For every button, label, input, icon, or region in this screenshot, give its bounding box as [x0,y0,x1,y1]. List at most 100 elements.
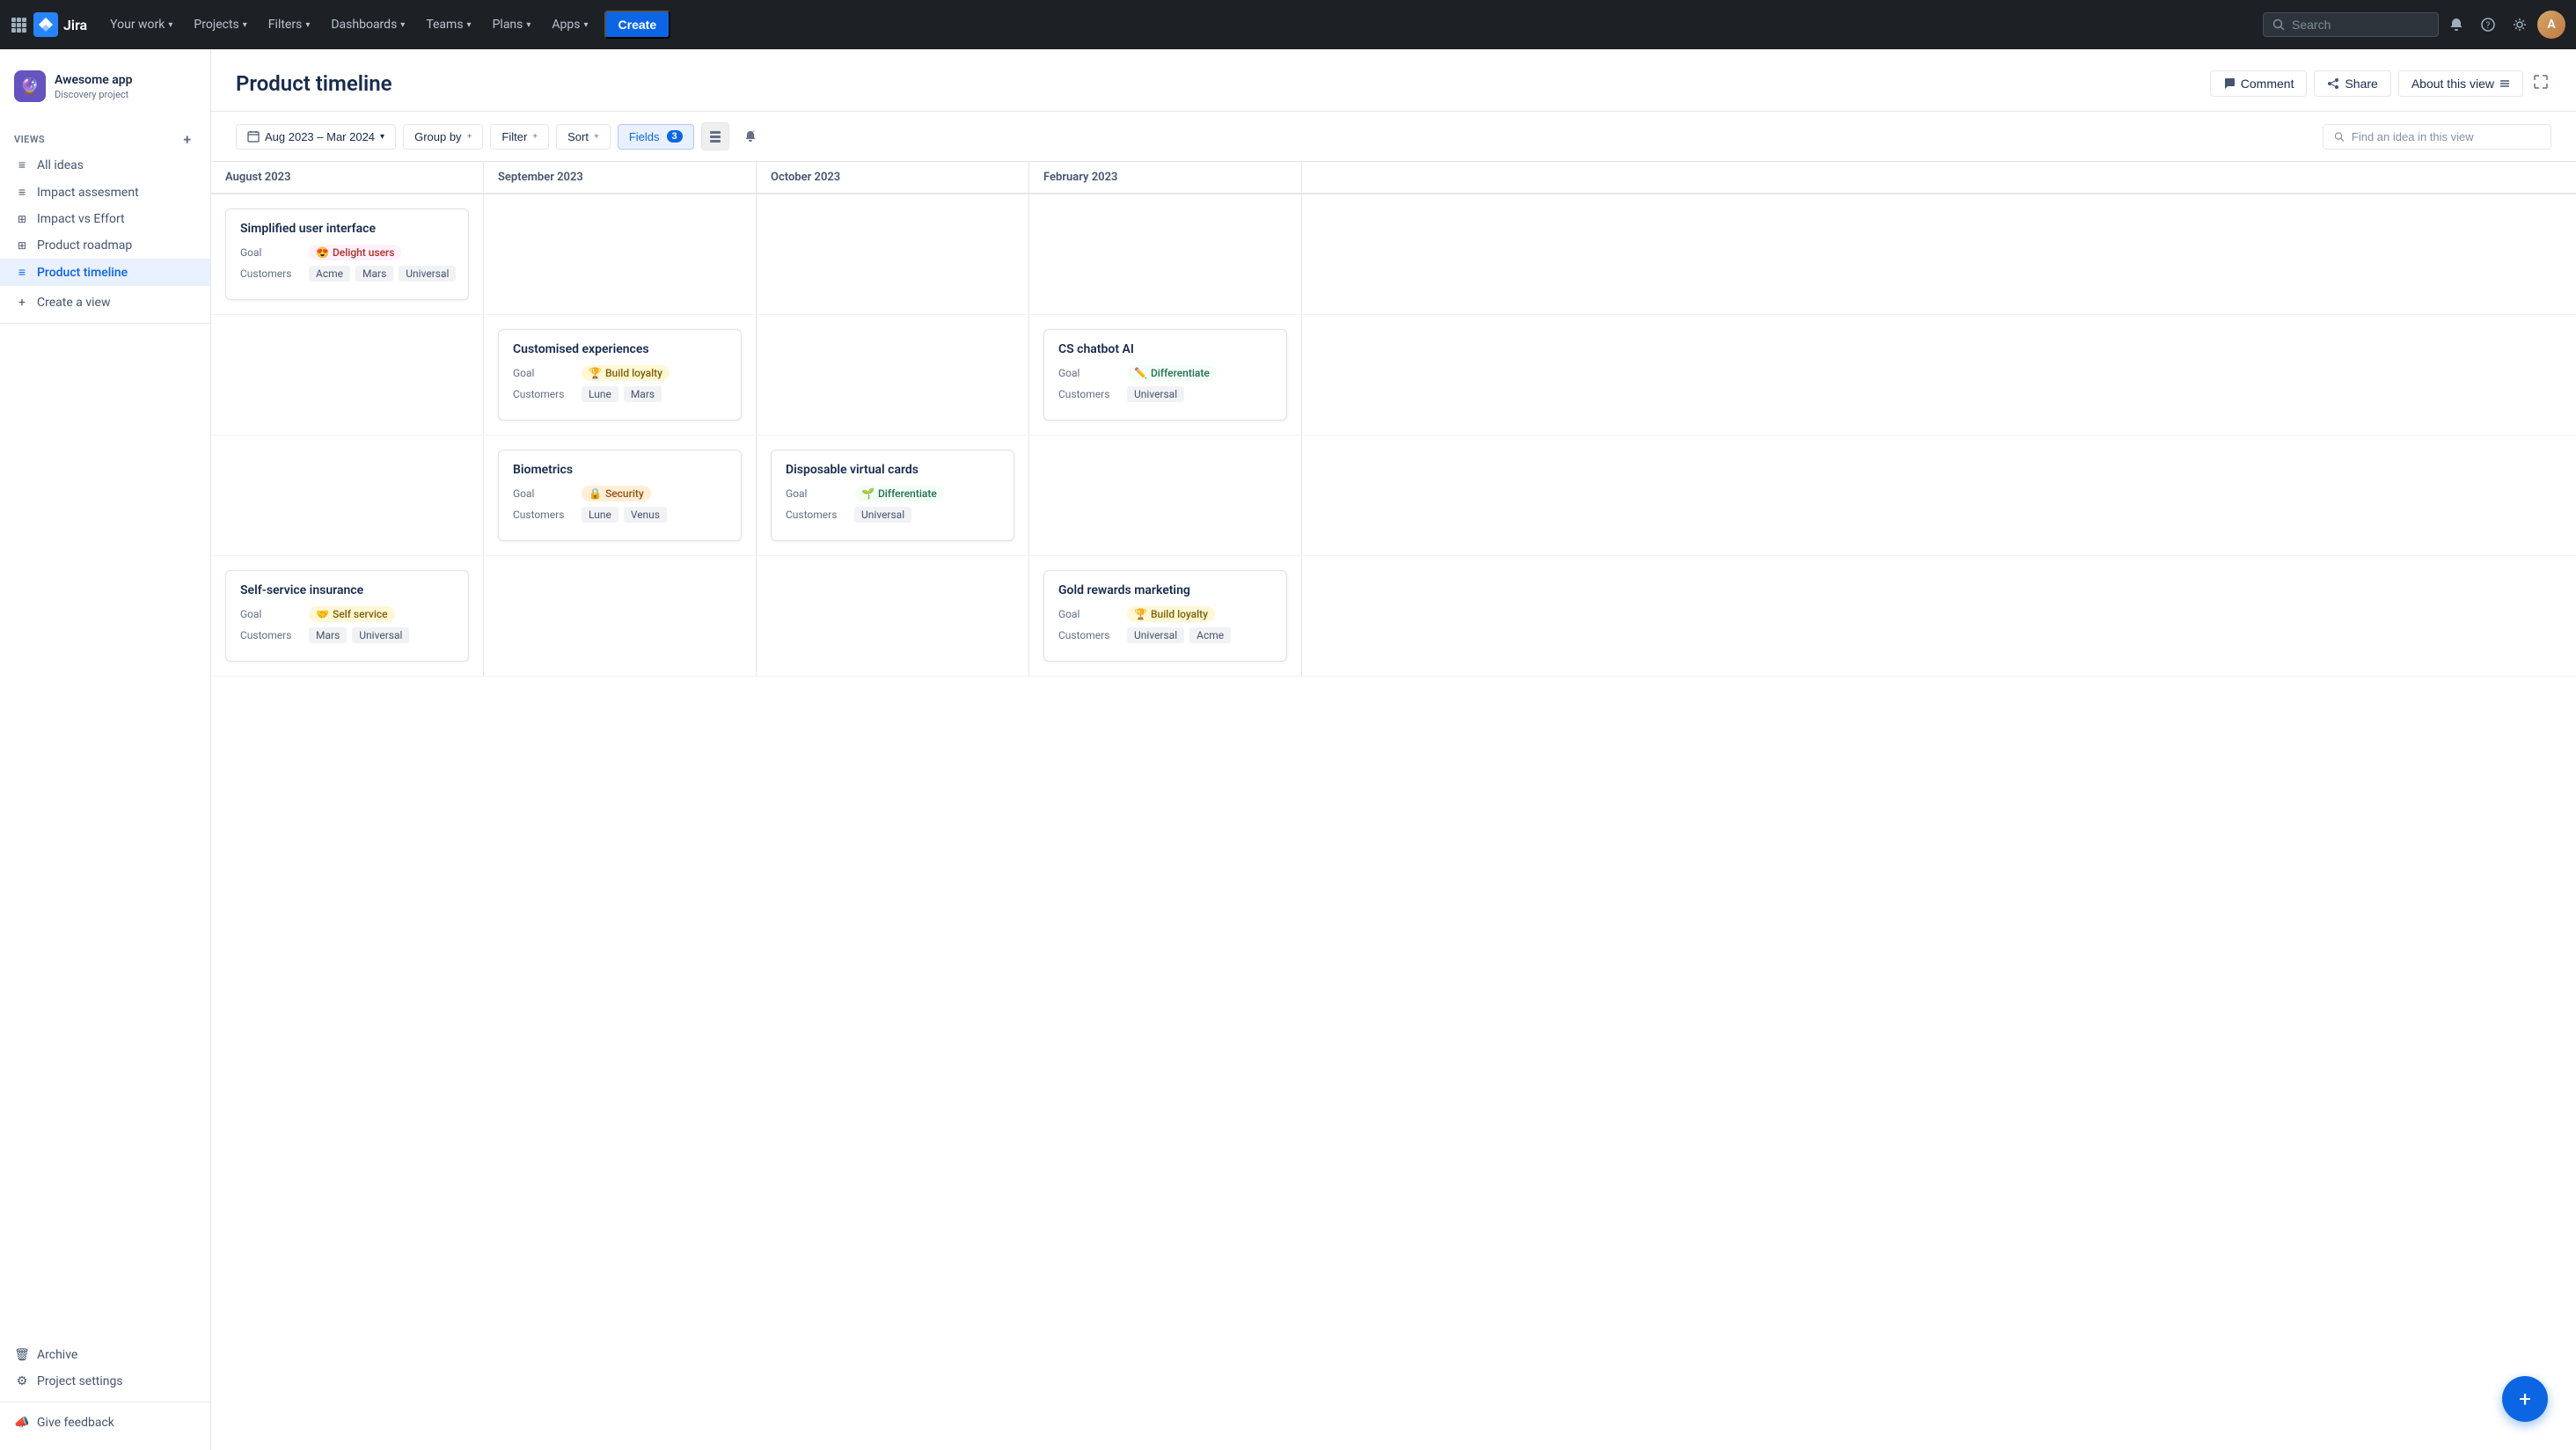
nav-projects[interactable]: Projects ▾ [185,12,255,37]
nav-plans[interactable]: Plans ▾ [484,12,540,37]
goal-badge-loyalty: 🏆 Build loyalty [582,365,670,381]
nav-dashboards[interactable]: Dashboards ▾ [322,12,413,37]
card-title: Simplified user interface [240,222,454,236]
grid-icon: ⊞ [14,213,30,225]
sidebar: 🔮 Awesome app Discovery project VIEWS + … [0,49,211,1450]
row3-feb-col [1029,436,1302,555]
bell-icon [743,129,757,143]
create-button[interactable]: Create [604,11,671,39]
idea-search[interactable] [2323,124,2551,150]
view-options-icon[interactable] [701,122,729,150]
nav-teams[interactable]: Teams ▾ [417,12,479,37]
rows-icon [709,130,721,143]
about-view-button[interactable]: About this view [2398,70,2523,97]
row4-feb-col: Gold rewards marketing Goal 🏆 Build loya… [1029,556,1302,676]
grid-icon-2: ⊞ [14,239,30,252]
expand-button[interactable] [2530,71,2551,97]
sidebar-item-product-timeline[interactable]: ≡ Product timeline [0,259,210,286]
row2-aug-col [211,315,484,435]
page-title: Product timeline [236,71,2210,96]
row2-oct-col [757,315,1029,435]
card-self-service[interactable]: Self-service insurance Goal 🤝 Self servi… [225,570,469,662]
date-range-button[interactable]: Aug 2023 – Mar 2024 ▾ [236,124,396,150]
comment-button[interactable]: Comment [2210,70,2308,97]
customer-mars-3: Mars [309,627,347,643]
share-button[interactable]: Share [2314,70,2390,97]
sidebar-archive[interactable]: 🗑 Archive [0,1342,210,1368]
card-title-disp: Disposable virtual cards [786,463,999,477]
help-icon[interactable]: ? [2474,11,2502,39]
card-biometrics[interactable]: Biometrics Goal 🔒 Security Customers Lu [498,450,742,541]
row2-sep-col: Customised experiences Goal 🏆 Build loya… [484,315,757,435]
sidebar-item-impact-effort[interactable]: ⊞ Impact vs Effort [0,206,210,232]
card-title-chatbot: CS chatbot AI [1058,342,1272,356]
nav-your-work[interactable]: Your work ▾ [101,12,181,37]
sidebar-settings[interactable]: ⚙ Project settings [0,1368,210,1395]
card-title-gold: Gold rewards marketing [1058,583,1272,597]
expand-icon [2534,75,2548,89]
toolbar: Aug 2023 – Mar 2024 ▾ Group by + Filter … [211,112,2576,162]
row3-aug-col [211,436,484,555]
add-view-icon[interactable]: + [179,130,196,148]
sort-button[interactable]: Sort + [556,124,611,150]
customer-universal-3: Universal [854,507,911,523]
filter-button[interactable]: Filter + [490,124,549,150]
fields-button[interactable]: Fields 3 [618,124,694,150]
list-icon-2: ≡ [14,185,30,200]
comment-icon [2223,77,2236,90]
sidebar-create-view[interactable]: + Create a view [0,289,210,316]
sidebar-item-all-ideas[interactable]: ≡ All ideas [0,151,210,179]
page-header: Product timeline Comment Share About thi… [211,49,2576,112]
card-title-2: Customised experiences [513,342,727,356]
idea-search-input[interactable] [2352,130,2540,143]
month-header-aug: August 2023 [211,162,484,193]
group-by-button[interactable]: Group by + [403,124,483,150]
add-idea-fab[interactable]: + [2502,1376,2548,1422]
timeline-row-1: Simplified user interface Goal 😍 Delight… [211,194,2576,315]
row1-sep-col [484,194,757,314]
row4-aug-col: Self-service insurance Goal 🤝 Self servi… [211,556,484,676]
project-type: Discovery project [55,89,133,100]
gear-icon: ⚙ [14,1374,30,1388]
card-simplified-ui[interactable]: Simplified user interface Goal 😍 Delight… [225,209,469,300]
notifications-settings-icon[interactable] [736,122,765,150]
timeline-icon: ≡ [14,265,30,280]
card-disposable-cards[interactable]: Disposable virtual cards Goal 🌱 Differen… [771,450,1014,541]
project-icon: 🔮 [14,70,46,102]
views-section-label: VIEWS + [0,123,210,151]
sidebar-item-impact-assessment[interactable]: ≡ Impact assesment [0,179,210,206]
apps-grid-icon[interactable] [11,17,26,33]
card-gold-rewards[interactable]: Gold rewards marketing Goal 🏆 Build loya… [1043,570,1287,662]
global-search[interactable] [2263,12,2439,37]
jira-logo[interactable]: Jira [33,12,87,37]
user-avatar[interactable]: A [2537,11,2565,39]
project-name: Awesome app [55,72,133,88]
customer-universal-5: Universal [1127,627,1184,643]
goal-badge: 😍 Delight users [309,245,401,260]
card-title-bio: Biometrics [513,463,727,477]
customer-mars: Mars [355,266,393,282]
nav-apps[interactable]: Apps ▾ [543,12,596,37]
sidebar-feedback[interactable]: 📣 Give feedback [0,1410,210,1436]
row4-sep-col [484,556,757,676]
search-input[interactable] [2292,18,2415,32]
project-header[interactable]: 🔮 Awesome app Discovery project [0,63,210,109]
customer-lune-2: Lune [582,507,618,523]
settings-icon[interactable] [2506,11,2534,39]
lines-icon [2499,78,2510,89]
timeline-container: August 2023 September 2023 October 2023 … [211,162,2576,1450]
row1-aug-col: Simplified user interface Goal 😍 Delight… [211,194,484,314]
search-icon [2272,18,2285,31]
sidebar-item-product-roadmap[interactable]: ⊞ Product roadmap [0,232,210,259]
card-cs-chatbot[interactable]: CS chatbot AI Goal ✏️ Differentiate Cust… [1043,329,1287,421]
card-customised-experiences[interactable]: Customised experiences Goal 🏆 Build loya… [498,329,742,421]
notifications-icon[interactable] [2442,11,2470,39]
customer-universal: Universal [399,266,456,282]
goal-badge-loyalty-2: 🏆 Build loyalty [1127,606,1215,622]
goal-badge-security: 🔒 Security [582,486,651,502]
nav-filters[interactable]: Filters ▾ [260,12,319,37]
timeline-header: August 2023 September 2023 October 2023 … [211,162,2576,194]
row4-oct-col [757,556,1029,676]
customer-universal-2: Universal [1127,386,1184,402]
list-icon: ≡ [14,157,30,172]
